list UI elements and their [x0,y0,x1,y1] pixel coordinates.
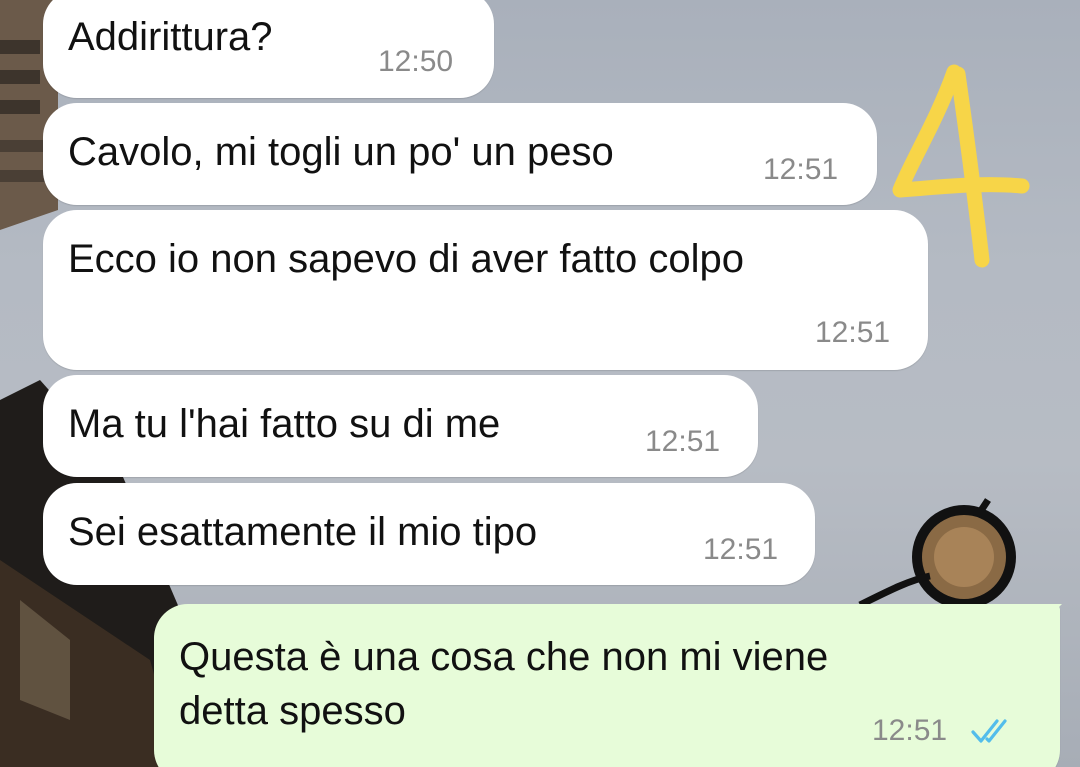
message-text: Ecco io non sapevo di aver fatto colpo [68,237,744,281]
message-time: 12:51 [763,153,839,186]
message-time: 12:51 [703,533,779,566]
double-check-icon [971,719,1007,743]
message-text-line-2: detta spesso [179,689,406,733]
message-time: 12:50 [378,45,454,78]
message-text: Addirittura? [68,15,273,59]
message-text: Ma tu l'hai fatto su di me [68,402,501,446]
message-time: 12:51 [815,316,891,349]
incoming-message-bubble[interactable]: Addirittura? 12:50 [43,0,494,98]
message-time: 12:51 [645,425,721,458]
outgoing-bubble-tail [1040,604,1062,626]
message-text: Sei esattamente il mio tipo [68,510,538,554]
message-text: Cavolo, mi togli un po' un peso [68,130,614,174]
incoming-message-bubble[interactable]: Cavolo, mi togli un po' un peso 12:51 [43,103,877,205]
incoming-message-bubble[interactable]: Ma tu l'hai fatto su di me 12:51 [43,375,758,477]
incoming-message-bubble[interactable]: Ecco io non sapevo di aver fatto colpo 1… [43,210,928,370]
outgoing-message-bubble[interactable]: Questa è una cosa che non mi viene detta… [154,604,1060,767]
message-text-line-1: Questa è una cosa che non mi viene [179,635,829,679]
annotation-number-four [892,64,1030,268]
message-time: 12:51 [872,714,948,747]
incoming-message-bubble[interactable]: Sei esattamente il mio tipo 12:51 [43,483,815,585]
